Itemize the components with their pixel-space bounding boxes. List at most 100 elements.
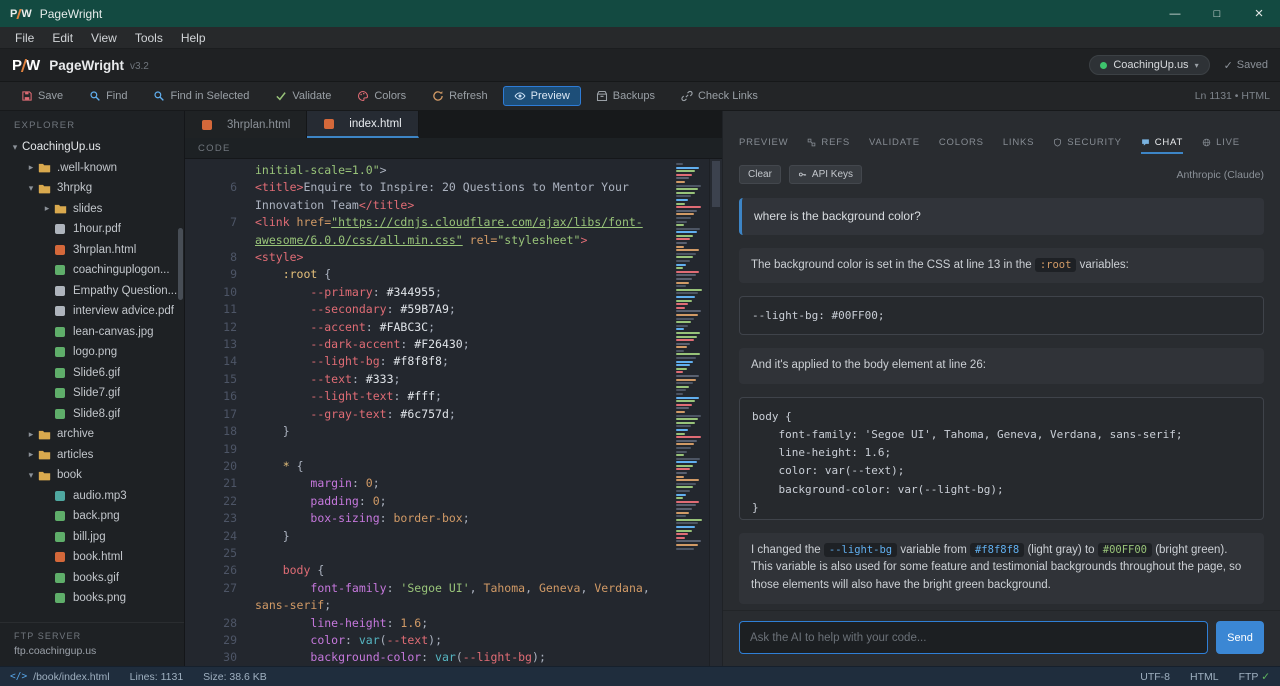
tree-item-label: books.png (73, 592, 126, 604)
explorer-heading: EXPLORER (0, 111, 184, 137)
minimap-line (676, 486, 693, 488)
tab-3hrplan-html[interactable]: 3hrplan.html (185, 111, 307, 138)
file-1hour-pdf[interactable]: 1hour.pdf (0, 219, 184, 240)
panel-tab-colors[interactable]: COLORS (939, 137, 984, 154)
folder-coachingup-us[interactable]: ▾CoachingUp.us (0, 137, 184, 158)
file-bill-jpg[interactable]: bill.jpg (0, 527, 184, 548)
file-book-html[interactable]: book.html (0, 547, 184, 568)
file-slide6-gif[interactable]: Slide6.gif (0, 363, 184, 384)
toolbar-find-in-selected-button[interactable]: Find in Selected (142, 86, 260, 106)
ftp-indicator[interactable]: FTP ✓ (1239, 671, 1270, 683)
toolbar-validate-button[interactable]: Validate (264, 86, 342, 106)
site-selector[interactable]: CoachingUp.us ▾ (1089, 55, 1209, 75)
shield-icon (1053, 138, 1062, 147)
menu-edit[interactable]: Edit (43, 29, 82, 47)
chat-messages[interactable]: where is the background color?The backgr… (723, 184, 1280, 610)
img-file-icon (55, 511, 65, 521)
toolbar-save-button[interactable]: Save (10, 86, 74, 106)
code-lines[interactable]: initial-scale=1.0">6<title>Enquire to In… (185, 162, 672, 666)
language-indicator[interactable]: HTML (1190, 671, 1219, 683)
toolbar-button-label: Backups (613, 90, 655, 102)
menu-tools[interactable]: Tools (126, 29, 172, 47)
panel-tab-validate[interactable]: VALIDATE (869, 137, 920, 154)
code-editor[interactable]: initial-scale=1.0">6<title>Enquire to In… (185, 159, 722, 666)
line-count: Lines: 1131 (130, 671, 184, 683)
minimap[interactable] (676, 163, 706, 551)
img-file-icon (55, 368, 65, 378)
code-text: line-height: 1.6; (255, 615, 672, 632)
folder-articles[interactable]: ▸articles (0, 445, 184, 466)
toolbar-find-button[interactable]: Find (78, 86, 138, 106)
toolbar-refresh-button[interactable]: Refresh (421, 86, 499, 106)
minimap-line (676, 522, 698, 524)
code-text: margin: 0; (255, 475, 672, 492)
maximize-button[interactable]: □ (1196, 0, 1238, 27)
menu-help[interactable]: Help (172, 29, 215, 47)
minimap-line (676, 371, 683, 373)
minimap-line (676, 519, 702, 521)
folder-archive[interactable]: ▸archive (0, 424, 184, 445)
encoding-indicator[interactable]: UTF-8 (1140, 671, 1170, 683)
send-button[interactable]: Send (1216, 621, 1264, 654)
toolbar-colors-button[interactable]: Colors (346, 86, 417, 106)
chevron-down-icon: ▾ (24, 183, 38, 194)
minimap-line (676, 479, 699, 481)
file-interview-advice-pdf[interactable]: interview advice.pdf (0, 301, 184, 322)
toolbar-backups-button[interactable]: Backups (585, 86, 666, 106)
minimap-line (676, 328, 684, 330)
minimap-line (676, 188, 698, 190)
minimap-line (676, 238, 690, 240)
file-coachinguplogon[interactable]: coachinguplogon... (0, 260, 184, 281)
minimap-line (676, 393, 683, 395)
file-slide8-gif[interactable]: Slide8.gif (0, 404, 184, 425)
folder-book[interactable]: ▾book (0, 465, 184, 486)
img-file-icon (55, 532, 65, 542)
ftp-host[interactable]: ftp.coachingup.us (14, 645, 170, 657)
menu-file[interactable]: File (6, 29, 43, 47)
api-keys-button[interactable]: API Keys (789, 165, 862, 184)
link-icon (681, 90, 693, 102)
panel-tab-refs[interactable]: REFS (807, 137, 850, 154)
file-books-png[interactable]: books.png (0, 588, 184, 609)
line-number: 11 (185, 301, 255, 318)
panel-tab-preview[interactable]: PREVIEW (739, 137, 788, 154)
file-logo-png[interactable]: logo.png (0, 342, 184, 363)
panel-tab-chat[interactable]: CHAT (1141, 137, 1183, 154)
check-icon (275, 90, 287, 102)
file-3hrplan-html[interactable]: 3hrplan.html (0, 240, 184, 261)
chat-input[interactable] (739, 621, 1208, 654)
file-audio-mp3[interactable]: audio.mp3 (0, 486, 184, 507)
tab-index-html[interactable]: index.html (307, 111, 418, 138)
app-logo: PW (10, 8, 32, 20)
tree-item-label: coachinguplogon... (73, 264, 170, 276)
minimap-line (676, 292, 698, 294)
editor-scrollbar[interactable] (709, 159, 722, 666)
folder-slides[interactable]: ▸slides (0, 199, 184, 220)
panel-tab-label: PREVIEW (739, 137, 788, 148)
minimap-line (676, 300, 692, 302)
minimap-line (676, 314, 698, 316)
toolbar-preview-button[interactable]: Preview (503, 86, 581, 106)
code-line: initial-scale=1.0"> (185, 162, 672, 179)
folder-3hrpkg[interactable]: ▾3hrpkg (0, 178, 184, 199)
folder-icon (54, 202, 67, 215)
close-button[interactable]: × (1238, 0, 1280, 27)
file-books-gif[interactable]: books.gif (0, 568, 184, 589)
toolbar-check-links-button[interactable]: Check Links (670, 86, 769, 106)
file-slide7-gif[interactable]: Slide7.gif (0, 383, 184, 404)
file-back-png[interactable]: back.png (0, 506, 184, 527)
file-empathy-question[interactable]: Empathy Question... (0, 281, 184, 302)
minimap-line (676, 170, 695, 172)
panel-tab-security[interactable]: SECURITY (1053, 137, 1121, 154)
file-lean-canvas-jpg[interactable]: lean-canvas.jpg (0, 322, 184, 343)
menu-view[interactable]: View (82, 29, 126, 47)
folder-well-known[interactable]: ▸.well-known (0, 158, 184, 179)
sidebar-scrollbar[interactable] (178, 228, 183, 300)
panel-tab-label: REFS (821, 137, 850, 148)
minimize-button[interactable]: — (1154, 0, 1196, 27)
scrollbar-thumb[interactable] (712, 161, 720, 207)
panel-tab-live[interactable]: LIVE (1202, 137, 1240, 154)
clear-button[interactable]: Clear (739, 165, 781, 184)
panel-tab-links[interactable]: LINKS (1003, 137, 1034, 154)
code-text: <style> (255, 249, 672, 266)
